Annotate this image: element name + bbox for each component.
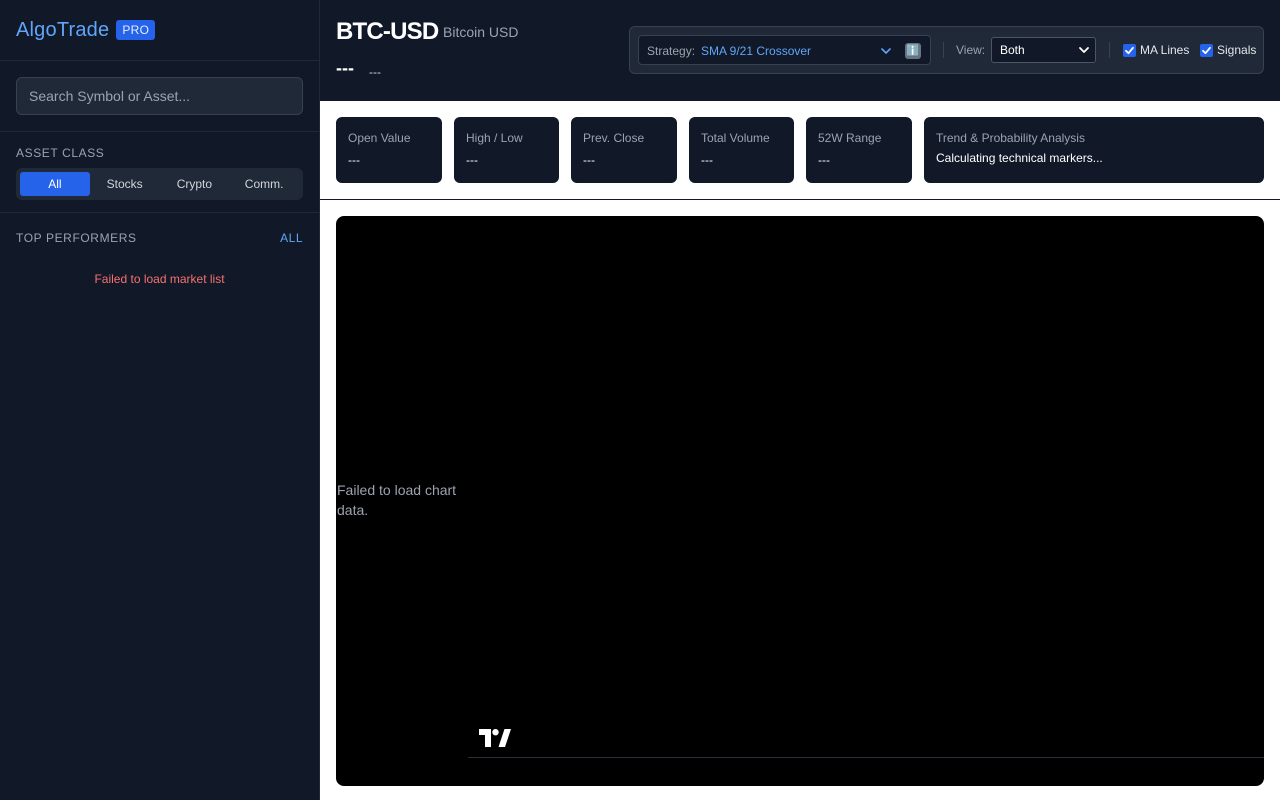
asset-class-segmented-control: All Stocks Crypto Comm. (16, 168, 303, 200)
trend-value: Calculating technical markers... (936, 151, 1103, 165)
tradingview-logo-icon[interactable] (479, 729, 511, 747)
signals-label[interactable]: Signals (1217, 43, 1256, 57)
view-label: View: (956, 43, 986, 57)
stat-value: --- (818, 153, 830, 167)
top-performers-header: TOP PERFORMERS ALL (0, 213, 319, 245)
chart-time-axis (468, 757, 1264, 758)
chart-error-message: Failed to load chart data. (337, 482, 457, 518)
market-list-error: Failed to load market list (94, 272, 225, 286)
stat-card-prev-close: Prev. Close --- (571, 117, 677, 183)
asset-class-crypto-button[interactable]: Crypto (160, 172, 230, 196)
stat-card-high-low: High / Low --- (454, 117, 559, 183)
price-change: --- (369, 65, 381, 79)
strategy-label: Strategy: (647, 44, 696, 58)
divider (1109, 42, 1110, 58)
chart-controls-panel: Strategy: SMA 9/21 Crossover ℹ️ View: Bo… (629, 26, 1264, 74)
asset-class-all-button[interactable]: All (20, 172, 90, 196)
stat-label: Open Value (348, 131, 411, 145)
top-performers-title: TOP PERFORMERS (16, 231, 137, 245)
chevron-down-icon[interactable] (878, 43, 894, 59)
info-icon[interactable]: ℹ️ (905, 43, 921, 59)
pro-badge: PRO (116, 20, 156, 40)
checkmark-icon (1125, 46, 1134, 55)
top-performers-all-link[interactable]: ALL (280, 231, 303, 245)
brand-header: AlgoTrade PRO (0, 0, 319, 61)
view-select-value: Both (1000, 43, 1025, 57)
strategy-selector[interactable]: Strategy: SMA 9/21 Crossover ℹ️ (638, 35, 931, 65)
stat-label: 52W Range (818, 131, 882, 145)
strategy-value: SMA 9/21 Crossover (701, 44, 812, 58)
search-section (0, 61, 319, 132)
symbol-search-input[interactable] (16, 77, 303, 115)
stat-value: --- (348, 153, 360, 167)
signals-checkbox[interactable] (1200, 44, 1213, 57)
stat-card-52w-range: 52W Range --- (806, 117, 912, 183)
stat-value: --- (701, 153, 713, 167)
symbol-full-name: Bitcoin USD (443, 24, 519, 40)
price-chart[interactable]: Failed to load chart data. (336, 216, 1264, 786)
view-select[interactable]: Both (991, 37, 1096, 63)
asset-class-commodities-button[interactable]: Comm. (229, 172, 299, 196)
stats-row: Open Value --- High / Low --- Prev. Clos… (320, 101, 1280, 200)
symbol-header: BTC-USD Bitcoin USD --- --- Strategy: SM… (320, 0, 1280, 101)
stat-label: High / Low (466, 131, 523, 145)
current-price: --- (336, 58, 354, 78)
ma-lines-label[interactable]: MA Lines (1140, 43, 1189, 57)
symbol-ticker: BTC-USD (336, 18, 439, 45)
stat-value: --- (583, 153, 595, 167)
trend-analysis-card: Trend & Probability Analysis Calculating… (924, 117, 1264, 183)
asset-class-section: ASSET CLASS All Stocks Crypto Comm. (0, 132, 319, 213)
stat-card-volume: Total Volume --- (689, 117, 794, 183)
checkmark-icon (1202, 46, 1211, 55)
trend-label: Trend & Probability Analysis (936, 131, 1085, 145)
sidebar: AlgoTrade PRO ASSET CLASS All Stocks Cry… (0, 0, 320, 800)
stat-value: --- (466, 153, 478, 167)
stat-label: Total Volume (701, 131, 770, 145)
asset-class-title: ASSET CLASS (16, 146, 105, 160)
ma-lines-checkbox[interactable] (1123, 44, 1136, 57)
stat-card-open: Open Value --- (336, 117, 442, 183)
brand-name[interactable]: AlgoTrade (16, 19, 109, 42)
chevron-down-icon (1079, 47, 1089, 53)
asset-class-stocks-button[interactable]: Stocks (90, 172, 160, 196)
stat-label: Prev. Close (583, 131, 645, 145)
divider (943, 42, 944, 58)
